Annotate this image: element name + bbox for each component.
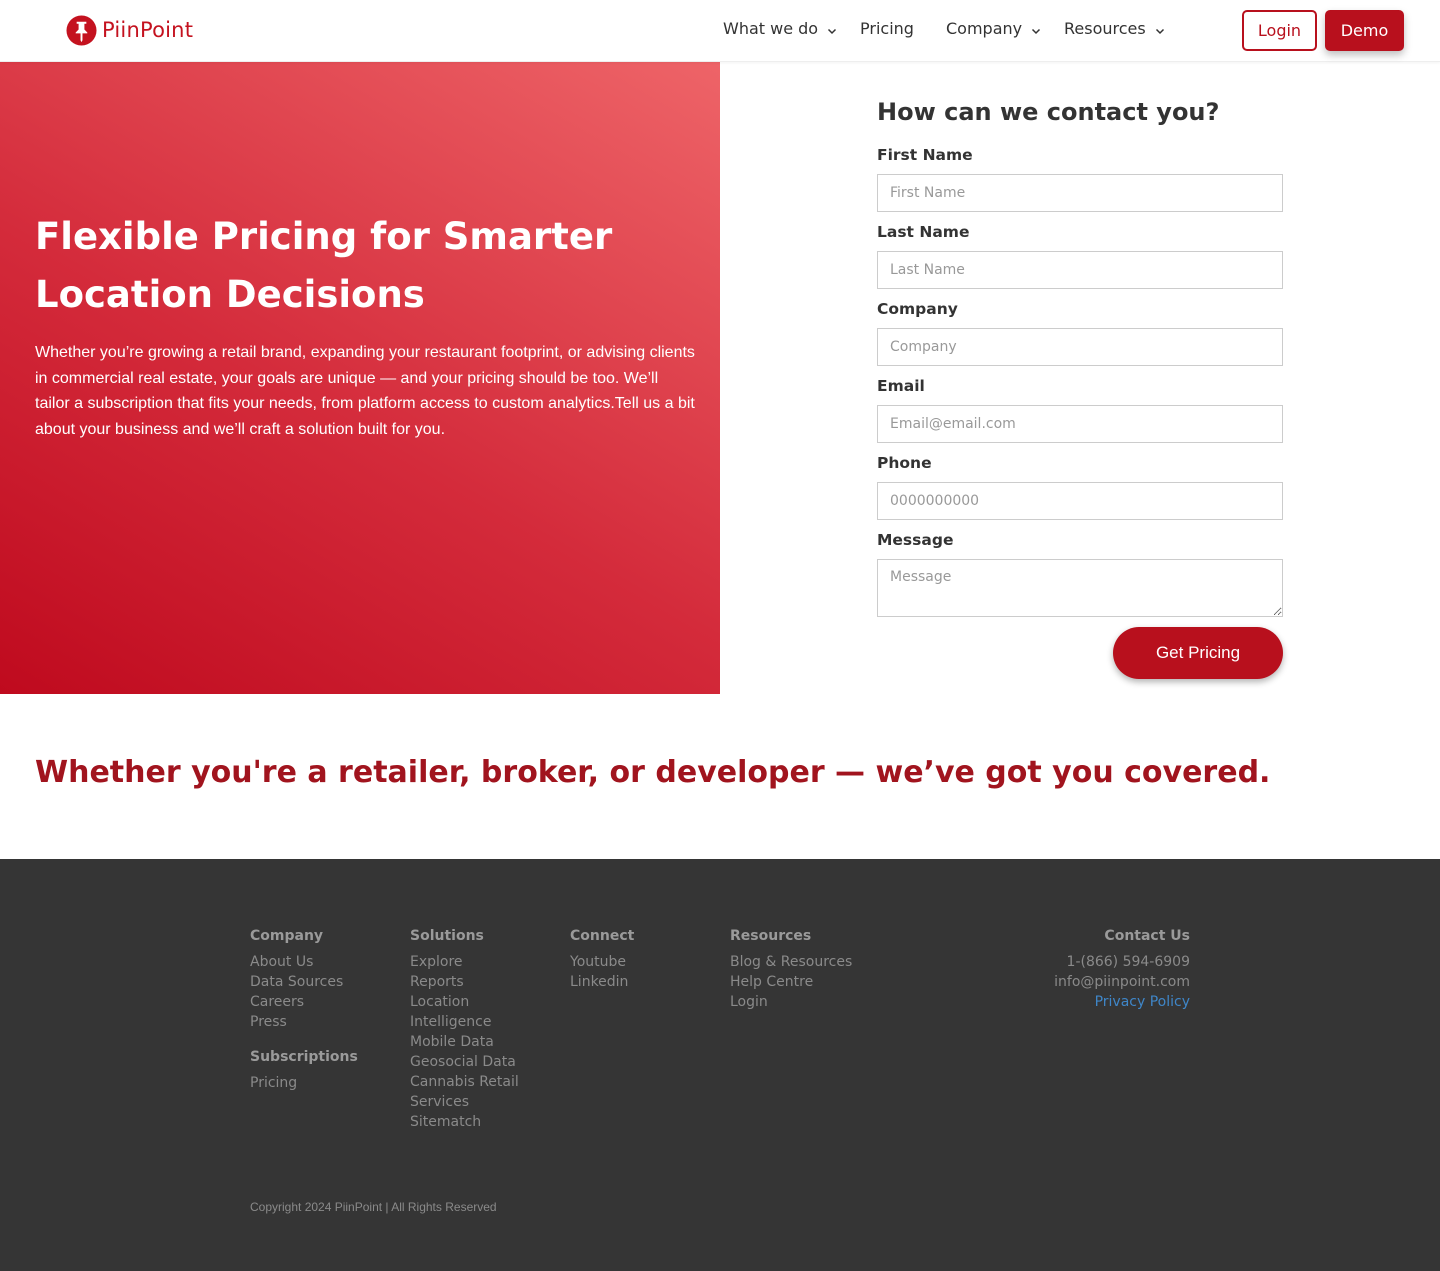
contact-form: How can we contact you? First Name Last … [877,96,1283,679]
footer-resources-column: Resources Blog & Resources Help Centre L… [730,927,852,1012]
footer-solutions-column: Solutions Explore Reports Location Intel… [410,927,519,1132]
footer-link-geosocial-data[interactable]: Geosocial Data [410,1052,519,1072]
nav-label: Company [946,19,1023,38]
email-label: Email [877,377,925,395]
footer-link-reports[interactable]: Reports [410,972,519,992]
nav-resources[interactable]: Resources [1064,19,1165,38]
company-field[interactable] [877,328,1283,366]
logo-wordmark: PiinPoint [102,18,194,42]
login-button[interactable]: Login [1242,10,1317,51]
email-field[interactable] [877,405,1283,443]
first-name-label: First Name [877,146,973,164]
footer-heading: Solutions [410,928,484,944]
footer-privacy-policy-link[interactable]: Privacy Policy [1010,992,1190,1012]
nav-label: Resources [1064,19,1146,38]
footer-link-linkedin[interactable]: Linkedin [570,972,634,992]
footer-link-careers[interactable]: Careers [250,992,358,1012]
nav-pricing[interactable]: Pricing [860,19,914,38]
footer-link-pricing[interactable]: Pricing [250,1073,358,1093]
footer-link-press[interactable]: Press [250,1012,358,1032]
nav-label: What we do [723,19,819,38]
footer-heading: Company [250,928,324,944]
company-label: Company [877,300,958,318]
footer-phone-link[interactable]: 1-(866) 594-6909 [1010,952,1190,972]
footer-heading: Connect [570,928,635,944]
first-name-field[interactable] [877,174,1283,212]
chevron-down-icon [1155,28,1164,34]
last-name-label: Last Name [877,223,970,241]
footer-link-location[interactable]: Location [410,992,519,1012]
footer-link-login[interactable]: Login [730,992,852,1012]
footer-company-column: Company About Us Data Sources Careers Pr… [250,927,358,1093]
hero-title: Flexible Pricing for Smarter Location De… [35,215,613,316]
footer-link-services[interactable]: Services [410,1092,519,1112]
demo-button[interactable]: Demo [1325,10,1404,51]
copyright-text: Copyright 2024 PiinPoint | All Rights Re… [250,1200,497,1214]
footer-link-about-us[interactable]: About Us [250,952,358,972]
nav-company[interactable]: Company [946,19,1041,38]
footer-link-sitematch[interactable]: Sitematch [410,1112,519,1132]
chevron-down-icon [1032,28,1041,34]
footer-connect-column: Connect Youtube Linkedin [570,927,634,992]
message-field[interactable] [877,559,1283,617]
hero-banner: Flexible Pricing for Smarter Location De… [0,62,720,694]
chevron-down-icon [828,28,837,34]
footer-heading: Resources [730,928,812,944]
footer-link-blog-resources[interactable]: Blog & Resources [730,952,852,972]
nav-label: Pricing [860,19,914,38]
footer-email-link[interactable]: info@piinpoint.com [1010,972,1190,992]
audience-tagline: Whether you're a retailer, broker, or de… [35,755,1271,790]
footer-link-help-centre[interactable]: Help Centre [730,972,852,992]
logo[interactable]: PiinPoint [66,14,193,46]
footer-link-data-sources[interactable]: Data Sources [250,972,358,992]
footer-link-youtube[interactable]: Youtube [570,952,634,972]
pushpin-logo-icon [66,14,97,46]
get-pricing-button[interactable]: Get Pricing [1113,627,1283,679]
phone-field[interactable] [877,482,1283,520]
phone-label: Phone [877,454,932,472]
last-name-field[interactable] [877,251,1283,289]
nav-what-we-do[interactable]: What we do [723,19,837,38]
footer-link-mobile-data[interactable]: Mobile Data [410,1032,519,1052]
footer-heading: Subscriptions [250,1049,358,1065]
footer-contact-column: Contact Us 1-(866) 594-6909 info@piinpoi… [1010,927,1190,1012]
hero-description: Whether you’re growing a retail brand, e… [35,344,695,438]
footer-link-intelligence[interactable]: Intelligence [410,1012,519,1032]
site-header: PiinPoint What we do Pricing Company Res… [0,0,1440,62]
footer-heading: Contact Us [1104,928,1190,944]
site-footer: Company About Us Data Sources Careers Pr… [0,859,1440,1271]
footer-link-explore[interactable]: Explore [410,952,519,972]
footer-link-cannabis-retail[interactable]: Cannabis Retail [410,1072,519,1092]
message-label: Message [877,531,954,549]
form-title: How can we contact you? [877,98,1220,126]
